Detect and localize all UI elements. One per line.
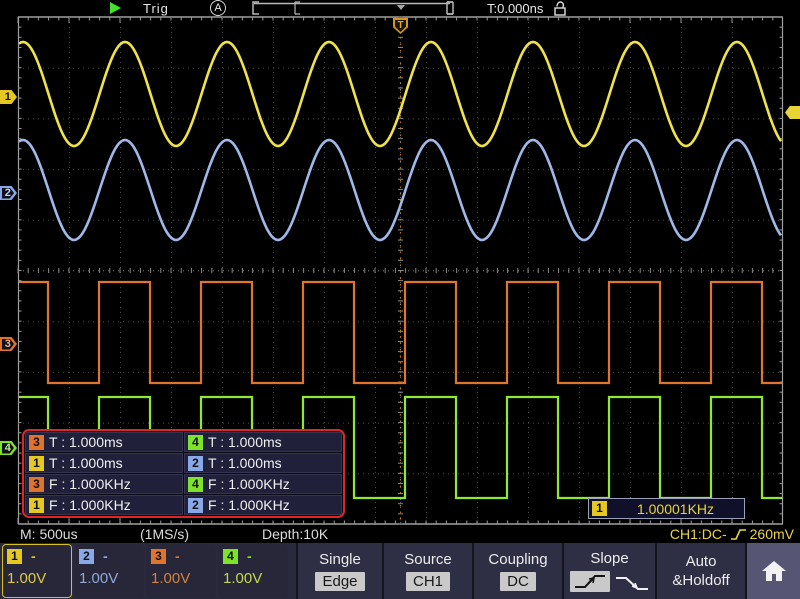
ch3-badge: 3 bbox=[29, 435, 44, 450]
menu-spacer bbox=[288, 543, 296, 599]
timebase-readout: M: 500us bbox=[20, 526, 78, 542]
measure-cell: 2 F : 1.000KHz bbox=[184, 495, 342, 515]
holdoff-button[interactable]: Auto &Holdoff bbox=[655, 543, 745, 599]
trigger-source-label: Source bbox=[404, 551, 452, 568]
measure-value: F : 1.000KHz bbox=[49, 497, 131, 513]
trigger-coupling-value: DC bbox=[500, 572, 536, 591]
ch2-badge: 2 bbox=[188, 498, 203, 513]
ch1-badge: 1 bbox=[29, 456, 44, 471]
top-status-bar: Trig A T:0.000ns bbox=[0, 0, 800, 17]
measure-value: F : 1.000KHz bbox=[208, 476, 290, 492]
measure-value: T : 1.000ms bbox=[208, 455, 282, 471]
trigger-source-value: CH1 bbox=[406, 572, 450, 591]
measurement-readout-box: 3 T : 1.000ms 4 T : 1.000ms 1 T : 1.000ms 2… bbox=[22, 429, 345, 518]
trigger-source-button[interactable]: Source CH1 bbox=[382, 543, 472, 599]
trigger-coupling-button[interactable]: Coupling DC bbox=[472, 543, 562, 599]
ch4-badge: 4 bbox=[188, 477, 203, 492]
unlock-icon[interactable] bbox=[553, 1, 567, 16]
measure-cell: 3 F : 1.000KHz bbox=[25, 474, 183, 494]
trigger-mode-label: Single bbox=[319, 551, 361, 568]
auto-trigger-icon: A bbox=[210, 0, 226, 16]
ch2-badge: 2 bbox=[79, 549, 94, 564]
memory-depth-readout: Depth:10K bbox=[262, 526, 328, 542]
channel2-box[interactable]: 2- 1.00V bbox=[74, 544, 144, 598]
ch4-level-marker[interactable]: 4 bbox=[0, 441, 17, 455]
rising-slope-option[interactable] bbox=[570, 571, 610, 592]
window-position-marker bbox=[397, 5, 405, 10]
trigger-level-text: 260mV bbox=[750, 526, 794, 542]
ch1-badge: 1 bbox=[7, 549, 22, 564]
measure-cell: 3 T : 1.000ms bbox=[25, 432, 183, 452]
sample-rate-readout: (1MS/s) bbox=[140, 526, 189, 542]
channel1-box[interactable]: 1- 1.00V bbox=[2, 544, 72, 598]
acquisition-status-bar: M: 500us (1MS/s) Depth:10K CH1:DC- 260mV bbox=[0, 524, 800, 543]
measure-cell: 4 F : 1.000KHz bbox=[184, 474, 342, 494]
trig-label: Trig bbox=[143, 1, 169, 16]
rising-slope-icon bbox=[573, 573, 607, 590]
measure-cell: 1 F : 1.000KHz bbox=[25, 495, 183, 515]
trigger-mode-value: Edge bbox=[315, 572, 364, 591]
home-icon bbox=[761, 559, 787, 583]
ch4-badge: 4 bbox=[223, 549, 238, 564]
channel3-box[interactable]: 3- 1.00V bbox=[146, 544, 216, 598]
oscilloscope-screen: Trig A T:0.000ns T 1 2 3 4 bbox=[0, 0, 800, 599]
run-state-icon bbox=[110, 2, 121, 14]
trigger-settings-readout: CH1:DC- 260mV bbox=[670, 526, 794, 542]
trigger-slope-button[interactable]: Slope bbox=[562, 543, 655, 599]
holdoff-label-line1: Auto bbox=[686, 553, 717, 570]
measure-value: F : 1.000KHz bbox=[208, 497, 290, 513]
trigger-mode-button[interactable]: Single Edge bbox=[296, 543, 382, 599]
trigger-source-text: CH1:DC- bbox=[670, 526, 727, 542]
ch4-coupling: - bbox=[247, 548, 252, 564]
home-button[interactable] bbox=[745, 543, 800, 599]
soft-menu-bar: 1- 1.00V 2- 1.00V 3- 1.00V 4- 1.00V Sing… bbox=[0, 543, 800, 599]
ch3-scale: 1.00V bbox=[151, 570, 211, 587]
measure-value: T : 1.000ms bbox=[49, 434, 123, 450]
trigger-slope-label: Slope bbox=[590, 550, 628, 567]
ch3-level-marker[interactable]: 3 bbox=[0, 337, 17, 351]
channel4-box[interactable]: 4- 1.00V bbox=[218, 544, 288, 598]
frequency-value: 1.00001KHz bbox=[607, 501, 744, 517]
ch3-coupling: - bbox=[175, 548, 180, 564]
ch1-badge: 1 bbox=[29, 498, 44, 513]
falling-slope-icon[interactable] bbox=[614, 575, 650, 592]
ch1-scale: 1.00V bbox=[7, 570, 67, 587]
measure-cell: 2 T : 1.000ms bbox=[184, 453, 342, 473]
ch1-coupling: - bbox=[31, 548, 36, 564]
ch2-coupling: - bbox=[103, 548, 108, 564]
measure-value: T : 1.000ms bbox=[49, 455, 123, 471]
trigger-time-readout: T:0.000ns bbox=[487, 1, 543, 16]
measure-cell: 4 T : 1.000ms bbox=[184, 432, 342, 452]
frequency-counter: 1 1.00001KHz bbox=[588, 498, 745, 519]
ch1-level-marker[interactable]: 1 bbox=[0, 90, 17, 104]
horizontal-position-indicator[interactable] bbox=[250, 0, 460, 16]
rising-edge-icon bbox=[730, 528, 747, 541]
measure-cell: 1 T : 1.000ms bbox=[25, 453, 183, 473]
measure-value: F : 1.000KHz bbox=[49, 476, 131, 492]
measure-value: T : 1.000ms bbox=[208, 434, 282, 450]
trigger-coupling-label: Coupling bbox=[488, 551, 547, 568]
ch4-badge: 4 bbox=[188, 435, 203, 450]
ch2-badge: 2 bbox=[188, 456, 203, 471]
ch3-badge: 3 bbox=[151, 549, 166, 564]
ch2-level-marker[interactable]: 2 bbox=[0, 186, 17, 200]
holdoff-label-line2: &Holdoff bbox=[672, 572, 729, 589]
ch1-badge: 1 bbox=[592, 501, 607, 516]
ch4-scale: 1.00V bbox=[223, 570, 283, 587]
ch2-scale: 1.00V bbox=[79, 570, 139, 587]
ch3-badge: 3 bbox=[29, 477, 44, 492]
